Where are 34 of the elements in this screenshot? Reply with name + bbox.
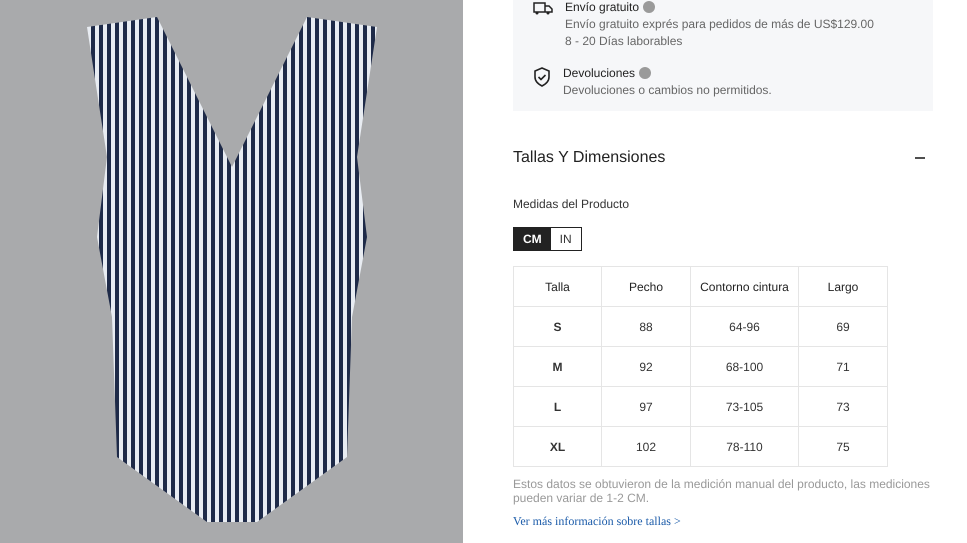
info-text: Devoluciones o cambios no permitidos. — [563, 83, 772, 97]
help-icon[interactable] — [643, 1, 656, 13]
unit-toggle[interactable]: CM — [514, 228, 551, 250]
column-header: Largo — [798, 266, 888, 306]
table-cell: 69 — [798, 306, 888, 346]
info-title: Devoluciones — [563, 66, 636, 80]
section-title: Tallas Y Dimensiones — [513, 149, 666, 167]
table-cell: 102 — [602, 426, 690, 466]
table-cell: L — [514, 386, 602, 426]
table-cell: 97 — [602, 386, 690, 426]
table-cell: 64-96 — [690, 306, 798, 346]
table-cell: 92 — [602, 346, 690, 386]
help-icon[interactable] — [639, 67, 652, 79]
table-cell: S — [514, 306, 602, 346]
table-cell: XL — [514, 426, 602, 466]
column-header: Pecho — [602, 266, 690, 306]
truck-icon — [533, 1, 553, 15]
column-header: Contorno cintura — [690, 266, 798, 306]
table-cell: M — [514, 346, 602, 386]
info-title: Envío gratuito — [565, 0, 640, 14]
size-info-link[interactable]: Ver más información sobre tallas > — [513, 514, 933, 529]
table-cell: 73-105 — [690, 386, 798, 426]
table-cell: 75 — [798, 426, 888, 466]
note-text: Estos datos se obtuvieron de la medición manual del producto, las mediciones pueden variar de 1-2 CM. — [513, 477, 931, 505]
table-cell: 88 — [602, 306, 690, 346]
subsection-title: Medidas del Producto — [513, 197, 630, 211]
table-cell: 68-100 — [690, 346, 798, 386]
info-text: Envío gratuito exprés para pedidos de más de US$129.00 — [565, 17, 874, 31]
shield-check-icon — [533, 67, 551, 87]
table-cell: 71 — [798, 346, 888, 386]
info-text: 8 - 20 Días laborables — [565, 34, 684, 48]
table-cell: 78-110 — [690, 426, 798, 466]
table-cell: 73 — [798, 386, 888, 426]
column-header: Talla — [514, 266, 602, 306]
